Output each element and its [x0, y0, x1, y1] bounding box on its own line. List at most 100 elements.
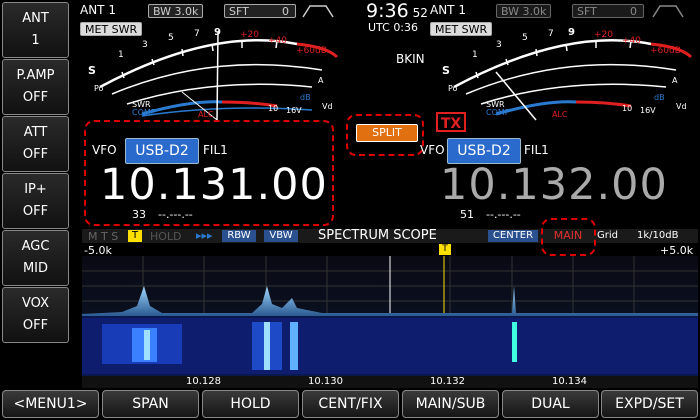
main-vfo-label: VFO	[92, 143, 117, 157]
freq-label-10128: 10.128	[186, 376, 221, 387]
main-filter-shape-icon	[302, 5, 334, 18]
clock-time: 9:36 52	[366, 0, 428, 22]
main-plus40: +40	[268, 36, 287, 46]
main-ant: ANT 1	[80, 3, 116, 17]
main-vd-label: Vd	[322, 102, 333, 111]
pamp-label: P.AMP	[16, 68, 55, 83]
sub-plus20: +20	[594, 30, 613, 40]
main-bw-label: BW	[153, 5, 172, 18]
hold-button[interactable]: HOLD	[202, 390, 299, 418]
agc-button[interactable]: AGC MID	[2, 230, 69, 286]
expd-set-button[interactable]: EXPD/SET	[601, 390, 698, 418]
main-filter-label[interactable]: FIL1	[203, 143, 228, 157]
agc-label: AGC	[21, 239, 50, 254]
pamp-button[interactable]: P.AMP OFF	[2, 59, 69, 115]
sub-vfo-label: VFO	[420, 143, 445, 157]
scope-vbw[interactable]: VBW	[264, 230, 298, 242]
main-sub-dots: --.---.--	[158, 208, 193, 221]
att-label: ATT	[23, 125, 48, 140]
main-po-label: Po	[94, 84, 104, 93]
main-sub-button[interactable]: MAIN/SUB	[402, 390, 499, 418]
sub-s-label: S	[442, 64, 450, 77]
main-sft-value: 0	[282, 5, 289, 18]
ipplus-button[interactable]: IP+ OFF	[2, 173, 69, 229]
main-16v-label: 16V	[286, 106, 302, 115]
sub-sft-indicator[interactable]: SFT 0	[572, 4, 644, 18]
main-plus20: +20	[240, 30, 259, 40]
main-s7: 7	[194, 29, 200, 39]
sub-bw-label: BW	[501, 5, 520, 18]
sub-ant: ANT 1	[430, 3, 466, 17]
sub-plus60: +60dB	[650, 46, 681, 56]
scope-center[interactable]: CENTER	[488, 230, 538, 242]
sub-filter-label[interactable]: FIL1	[524, 143, 549, 157]
scope-rbw[interactable]: RBW	[222, 230, 256, 242]
sub-po-label: Po	[448, 84, 458, 93]
sub-alc-label: ALC	[552, 110, 568, 119]
main-comp-label: COMP	[132, 108, 156, 117]
spectrum-display[interactable]	[82, 256, 698, 376]
dual-button[interactable]: DUAL	[502, 390, 599, 418]
agc-value: MID	[22, 261, 49, 276]
main-db-label: dB	[300, 93, 311, 102]
utc-value: 0:36	[393, 21, 419, 34]
scope-tx-marker: T	[439, 244, 451, 255]
scope-main[interactable]: MAIN	[546, 230, 590, 242]
menu1-button[interactable]: <MENU1>	[2, 390, 99, 418]
main-alc-label: ALC	[198, 110, 214, 119]
main-sft-indicator[interactable]: SFT 0	[224, 4, 296, 18]
freq-label-10132: 10.132	[430, 376, 465, 387]
scope-grid[interactable]: Grid	[597, 230, 618, 241]
main-s5: 5	[168, 33, 174, 43]
sub-sub-dots: --.---.--	[486, 208, 521, 221]
main-sft-label: SFT	[229, 5, 249, 18]
span-button[interactable]: SPAN	[102, 390, 199, 418]
vox-button[interactable]: VOX OFF	[2, 287, 69, 343]
sub-sft-value: 0	[630, 5, 637, 18]
att-value: OFF	[22, 147, 49, 162]
pamp-value: OFF	[22, 90, 49, 105]
ant-value: 1	[31, 33, 40, 48]
main-s3: 3	[142, 40, 148, 50]
cent-fix-button[interactable]: CENT/FIX	[302, 390, 399, 418]
main-sub-num: 33	[132, 208, 146, 221]
sub-16v-label: 16V	[640, 106, 656, 115]
scope-span: 1k/10dB	[637, 230, 679, 241]
split-indicator[interactable]: SPLIT	[356, 124, 418, 142]
sub-a-label: A	[672, 76, 678, 85]
sub-s9: 9	[568, 27, 575, 38]
sub-s3: 3	[496, 40, 502, 50]
utc-time: UTC 0:36	[368, 21, 418, 34]
sub-comp-label: COMP	[486, 108, 510, 117]
clock-seconds: 52	[412, 6, 428, 20]
sub-s5: 5	[522, 33, 528, 43]
sub-plus40: +40	[622, 36, 641, 46]
scope-t-marker[interactable]: T	[128, 230, 142, 242]
scope-arrows-icon: ▸▸▸	[196, 229, 213, 242]
ant-label: ANT	[22, 11, 49, 26]
sub-a-value: 10	[622, 104, 633, 113]
sub-s7: 7	[548, 29, 554, 39]
sub-filter-shape-icon	[652, 5, 684, 18]
sub-s1: 1	[472, 50, 478, 60]
vox-value: OFF	[22, 318, 49, 333]
freq-label-10130: 10.130	[308, 376, 343, 387]
vox-label: VOX	[22, 296, 49, 311]
sub-frequency[interactable]: 10.132.00	[440, 160, 668, 210]
main-plus60: +60dB	[296, 46, 327, 56]
main-bw-indicator[interactable]: BW 3.0k	[148, 4, 204, 18]
scope-title: SPECTRUM SCOPE	[318, 228, 437, 243]
ant-button[interactable]: ANT 1	[2, 2, 69, 58]
att-button[interactable]: ATT OFF	[2, 116, 69, 172]
sub-db-label: dB	[654, 93, 665, 102]
tx-indicator: TX	[436, 112, 466, 132]
main-a-value: 10	[268, 104, 279, 113]
scope-mts[interactable]: M T S	[88, 230, 118, 243]
sub-sft-label: SFT	[577, 5, 597, 18]
utc-label: UTC	[368, 21, 390, 34]
sub-bw-indicator[interactable]: BW 3.0k	[496, 4, 552, 18]
sub-sub-num: 51	[460, 208, 474, 221]
scope-hold[interactable]: HOLD	[150, 230, 182, 243]
ipplus-label: IP+	[24, 182, 47, 197]
main-frequency[interactable]: 10.131.00	[100, 160, 328, 210]
